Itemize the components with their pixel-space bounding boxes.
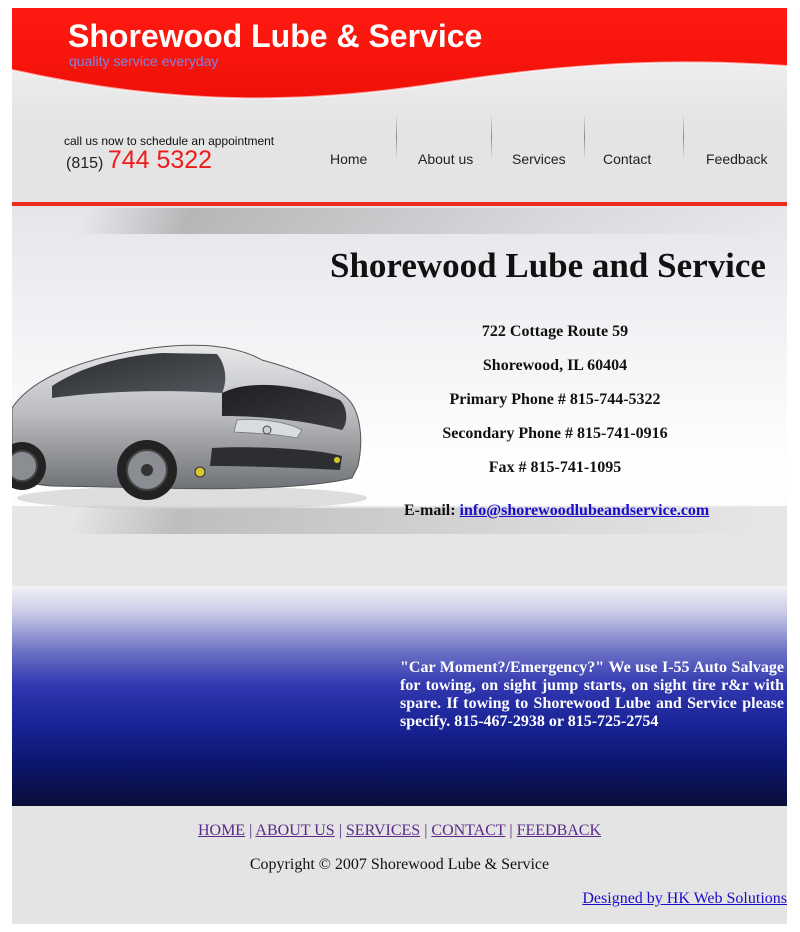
footer-separator: |	[338, 822, 342, 839]
nav-feedback[interactable]: Feedback	[706, 151, 767, 167]
secondary-phone: Secondary Phone # 815-741-0916	[442, 425, 668, 442]
address-line-1: 722 Cottage Route 59	[481, 323, 629, 340]
nav-divider	[584, 114, 585, 160]
footer-separator: |	[509, 822, 513, 839]
page-wrapper: Shorewood Lube & Service quality service…	[12, 8, 787, 924]
fax-number: Fax # 815-741-1095	[488, 459, 622, 476]
phone-area-code: (815)	[66, 155, 104, 172]
footer-link-about-us[interactable]: ABOUT US	[255, 822, 334, 839]
footer-separator: |	[424, 822, 428, 839]
nav-services[interactable]: Services	[512, 151, 566, 167]
phone-number: 744 5322	[107, 146, 213, 174]
footer-nav: HOME | ABOUT US | SERVICES | CONTACT | F…	[12, 822, 787, 840]
nav-divider	[396, 114, 397, 160]
footer-separator: |	[249, 822, 253, 839]
nav-home[interactable]: Home	[330, 151, 367, 167]
decorative-streak	[77, 208, 787, 234]
site-tagline: quality service everyday	[69, 53, 219, 69]
email-label: E-mail:	[404, 502, 456, 519]
email-link[interactable]: info@shorewoodlubeandservice.com	[460, 502, 710, 519]
footer-link-feedback[interactable]: FEEDBACK	[517, 822, 601, 839]
nav-contact[interactable]: Contact	[603, 151, 651, 167]
footer-link-home[interactable]: HOME	[198, 822, 245, 839]
header-phone: (815) 744 5322	[66, 146, 212, 175]
nav-divider	[491, 114, 492, 160]
designer-credit-link[interactable]: Designed by HK Web Solutions	[582, 890, 787, 908]
car-image	[12, 344, 367, 510]
business-name: Shorewood Lube and Service	[330, 246, 766, 285]
footer-link-contact[interactable]: CONTACT	[431, 822, 505, 839]
copyright: Copyright © 2007 Shorewood Lube & Servic…	[249, 856, 550, 873]
email-row: E-mail: info@shorewoodlubeandservice.com	[404, 502, 709, 520]
site-title: Shorewood Lube & Service	[68, 18, 483, 54]
footer-link-services[interactable]: SERVICES	[346, 822, 420, 839]
emergency-notice: "Car Moment?/Emergency?" We use I-55 Aut…	[400, 659, 784, 730]
primary-phone: Primary Phone # 815-744-5322	[449, 391, 661, 408]
nav-divider	[683, 114, 684, 160]
address-line-2: Shorewood, IL 60404	[482, 357, 628, 374]
nav-about-us[interactable]: About us	[418, 151, 473, 167]
